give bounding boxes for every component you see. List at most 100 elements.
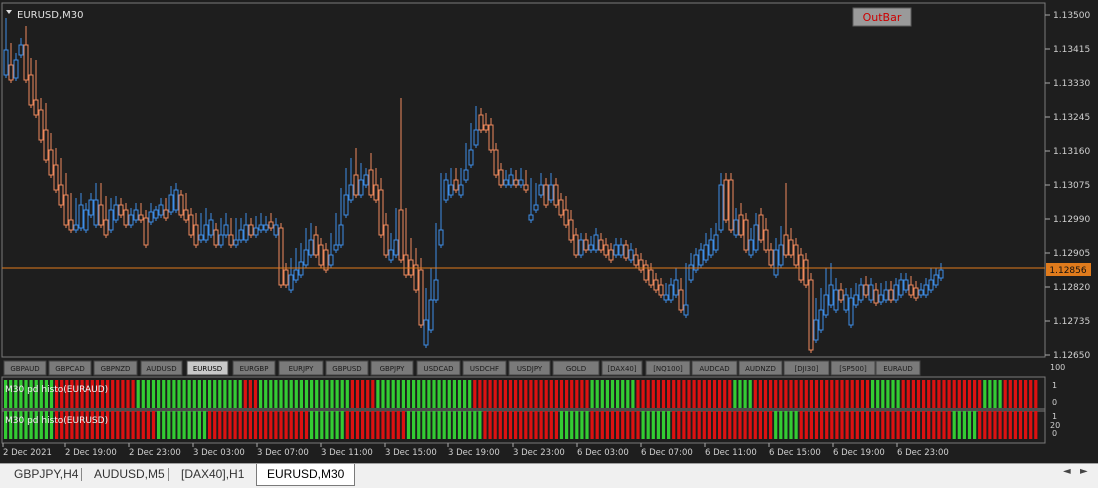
svg-text:USDCHF: USDCHF xyxy=(470,365,499,373)
symbol-button-dax40[interactable]: [DAX40] xyxy=(601,360,643,376)
histogram-bar xyxy=(646,411,650,439)
symbol-button-gbpusd[interactable]: GBPUSD xyxy=(325,360,369,376)
histogram-bar xyxy=(886,411,890,439)
histogram-bar xyxy=(641,380,645,408)
candle-body xyxy=(823,294,829,316)
histogram-bar xyxy=(498,380,502,408)
chart-window[interactable]: EURUSD,M30 OutBar 1.13500 1.13415 1.13330 1… xyxy=(0,0,1098,463)
candle-body xyxy=(758,214,764,241)
histogram-bar xyxy=(871,380,875,408)
histogram-bar xyxy=(146,411,150,439)
symbol-button-usdjpy[interactable]: USDJPY xyxy=(508,360,551,376)
histogram-bar xyxy=(514,411,518,439)
symbol-button-eurusd[interactable]: EURUSD xyxy=(186,360,229,376)
histogram-bar xyxy=(320,411,324,439)
histogram-bar xyxy=(223,380,227,408)
symbol-button-euraud[interactable]: EURAUD xyxy=(875,360,921,376)
histogram-bar xyxy=(993,380,997,408)
histogram-bar xyxy=(860,411,864,439)
histogram-bar xyxy=(998,411,1002,439)
symbol-button-gbpnzd[interactable]: GBPNZD xyxy=(93,360,138,376)
histogram-bar xyxy=(437,380,441,408)
candle-body xyxy=(68,219,74,231)
histogram-bar xyxy=(259,380,263,408)
time-label: 2 Dec 19:00 xyxy=(65,448,117,458)
histogram-bar xyxy=(820,380,824,408)
scroll-left-icon[interactable]: ◄ xyxy=(1063,466,1071,477)
histogram-bar xyxy=(182,411,186,439)
histogram-bar xyxy=(473,411,477,439)
outbar-button[interactable]: OutBar xyxy=(852,7,912,27)
histogram-bar xyxy=(850,411,854,439)
histogram-bar xyxy=(468,380,472,408)
histogram-bar xyxy=(559,411,564,439)
candle-body xyxy=(828,284,834,306)
svg-text:GOLD: GOLD xyxy=(566,365,586,373)
symbol-button-gbpjpy[interactable]: GBPJPY xyxy=(370,360,414,376)
candle-body xyxy=(123,209,129,226)
histogram-bar xyxy=(192,411,196,439)
histogram-bar xyxy=(692,380,696,408)
candle-body xyxy=(548,184,554,201)
symbol-button-gold[interactable]: GOLD xyxy=(552,360,600,376)
symbol-button-eurgbp[interactable]: EURGBP xyxy=(232,360,276,376)
symbol-button-usdchf[interactable]: USDCHF xyxy=(462,360,507,376)
histogram-bar xyxy=(570,380,574,408)
candle-body xyxy=(613,244,619,256)
symbol-button-nq100[interactable]: [NQ100] xyxy=(645,360,691,376)
symbol-button-gbpaud[interactable]: GBPAUD xyxy=(3,360,47,376)
tab-gbpjpy-h4[interactable]: GBPJPY,H4 xyxy=(4,464,88,485)
time-label: 6 Dec 07:00 xyxy=(641,448,693,458)
symbol-button-audusd[interactable]: AUDUSD xyxy=(140,360,183,376)
candle-body xyxy=(58,184,64,206)
histogram-bar xyxy=(294,380,298,408)
histogram-bar xyxy=(519,411,523,439)
histogram-bar xyxy=(779,411,783,439)
symbol-button-audnzd[interactable]: AUDNZD xyxy=(738,360,783,376)
candle-body xyxy=(168,194,174,213)
histogram-bar xyxy=(457,411,462,439)
histogram-bar xyxy=(937,411,941,439)
tab-audusd-m5[interactable]: AUDUSD,M5 xyxy=(84,464,175,485)
histogram-bar xyxy=(707,380,711,408)
candle-body xyxy=(28,74,34,106)
candle-body xyxy=(768,249,774,266)
histogram-bar xyxy=(672,380,676,408)
candle-body xyxy=(348,184,354,201)
candle-body xyxy=(83,209,89,231)
symbol-button-eurjpy[interactable]: EURJPY xyxy=(278,360,324,376)
histogram-bar xyxy=(860,380,864,408)
histogram-bar xyxy=(784,411,788,439)
candle-body xyxy=(678,289,684,311)
histogram-bar xyxy=(381,411,385,439)
candle-body xyxy=(328,254,334,266)
candle-body xyxy=(138,214,144,221)
histogram-bar xyxy=(366,380,370,408)
histogram-bar xyxy=(218,411,222,439)
histogram-bar xyxy=(162,380,166,408)
tab-dax40-h1[interactable]: [DAX40],H1 xyxy=(171,464,254,485)
candle-body xyxy=(873,289,879,304)
candle-body xyxy=(208,219,214,236)
symbol-button-dji30[interactable]: [DJI30] xyxy=(783,360,830,376)
histogram-bar xyxy=(355,380,360,408)
scroll-right-icon[interactable]: ► xyxy=(1080,466,1088,477)
candle-body xyxy=(513,179,519,186)
symbol-button-gbpcad[interactable]: GBPCAD xyxy=(48,360,92,376)
time-label: 3 Dec 23:00 xyxy=(513,448,565,458)
histogram-bar xyxy=(325,411,329,439)
tab-eurusd-m30[interactable]: EURUSD,M30 xyxy=(256,464,356,486)
candle-body xyxy=(683,304,689,316)
candle-body xyxy=(258,224,264,231)
histogram-bar xyxy=(621,380,625,408)
histogram-bar xyxy=(233,411,237,439)
histogram-bar xyxy=(559,380,564,408)
symbol-button-sp500[interactable]: [SP500] xyxy=(830,360,876,376)
histogram-bar xyxy=(213,380,217,408)
histogram-bar xyxy=(243,411,247,439)
symbol-button-audcad[interactable]: AUDCAD xyxy=(691,360,738,376)
histogram-bar xyxy=(697,411,701,439)
histogram-bar xyxy=(758,380,762,408)
histogram-bar xyxy=(539,411,543,439)
symbol-button-usdcad[interactable]: USDCAD xyxy=(416,360,461,376)
